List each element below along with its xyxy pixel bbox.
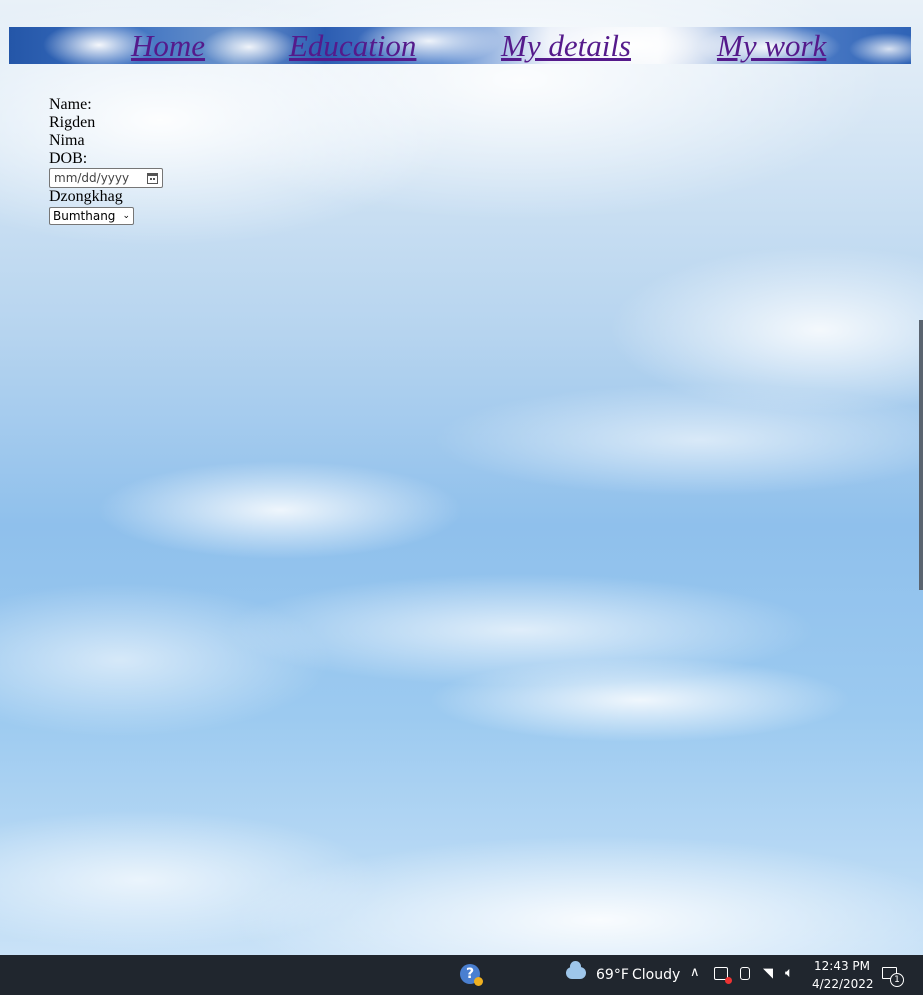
- taskbar: ? 69°F Cloudy ∧ ◥ 🔈︎ 12:43 PM 4/22/2022 …: [0, 955, 923, 995]
- weather-temperature[interactable]: 69°F: [596, 967, 629, 983]
- dob-date-input[interactable]: mm/dd/yyyy: [49, 168, 163, 188]
- nav-link-my-work[interactable]: My work: [717, 27, 826, 64]
- camera-icon[interactable]: [740, 967, 750, 980]
- dzongkhag-select[interactable]: Bumthang ⌄: [49, 207, 134, 225]
- first-name-text: Rigden: [49, 114, 96, 131]
- nav-banner: Home Education My details My work: [9, 27, 911, 64]
- weather-condition[interactable]: Cloudy: [632, 967, 680, 983]
- nav-link-home[interactable]: Home: [131, 27, 205, 64]
- volume-icon[interactable]: 🔈︎: [785, 965, 793, 981]
- recording-dot-icon: [725, 977, 732, 984]
- dzongkhag-selected-value: Bumthang: [53, 209, 116, 223]
- warning-dot-icon: [474, 977, 483, 986]
- last-name-text: Nima: [49, 132, 85, 149]
- cloud-icon[interactable]: [566, 961, 586, 979]
- dob-placeholder: mm/dd/yyyy: [54, 171, 130, 185]
- help-icon[interactable]: ?: [460, 964, 483, 986]
- name-label: Name:: [49, 96, 92, 113]
- details-form: Name: Rigden Nima DOB: mm/dd/yyyy Dzongk…: [49, 96, 163, 225]
- meet-now-icon[interactable]: [714, 967, 732, 984]
- wifi-icon[interactable]: ◥: [763, 966, 773, 981]
- calendar-icon[interactable]: [147, 172, 158, 184]
- dzongkhag-label: Dzongkhag: [49, 188, 123, 205]
- chevron-up-icon[interactable]: ∧: [690, 965, 700, 980]
- notification-icon[interactable]: 1: [882, 967, 904, 987]
- clock-date[interactable]: 4/22/2022: [812, 977, 874, 991]
- notification-count: 1: [890, 973, 904, 987]
- nav-link-my-details[interactable]: My details: [501, 27, 631, 64]
- window-edge: [919, 320, 923, 590]
- nav-link-education[interactable]: Education: [289, 27, 416, 64]
- chevron-down-icon: ⌄: [122, 210, 130, 221]
- clock-time[interactable]: 12:43 PM: [814, 959, 870, 973]
- dob-label: DOB:: [49, 150, 88, 167]
